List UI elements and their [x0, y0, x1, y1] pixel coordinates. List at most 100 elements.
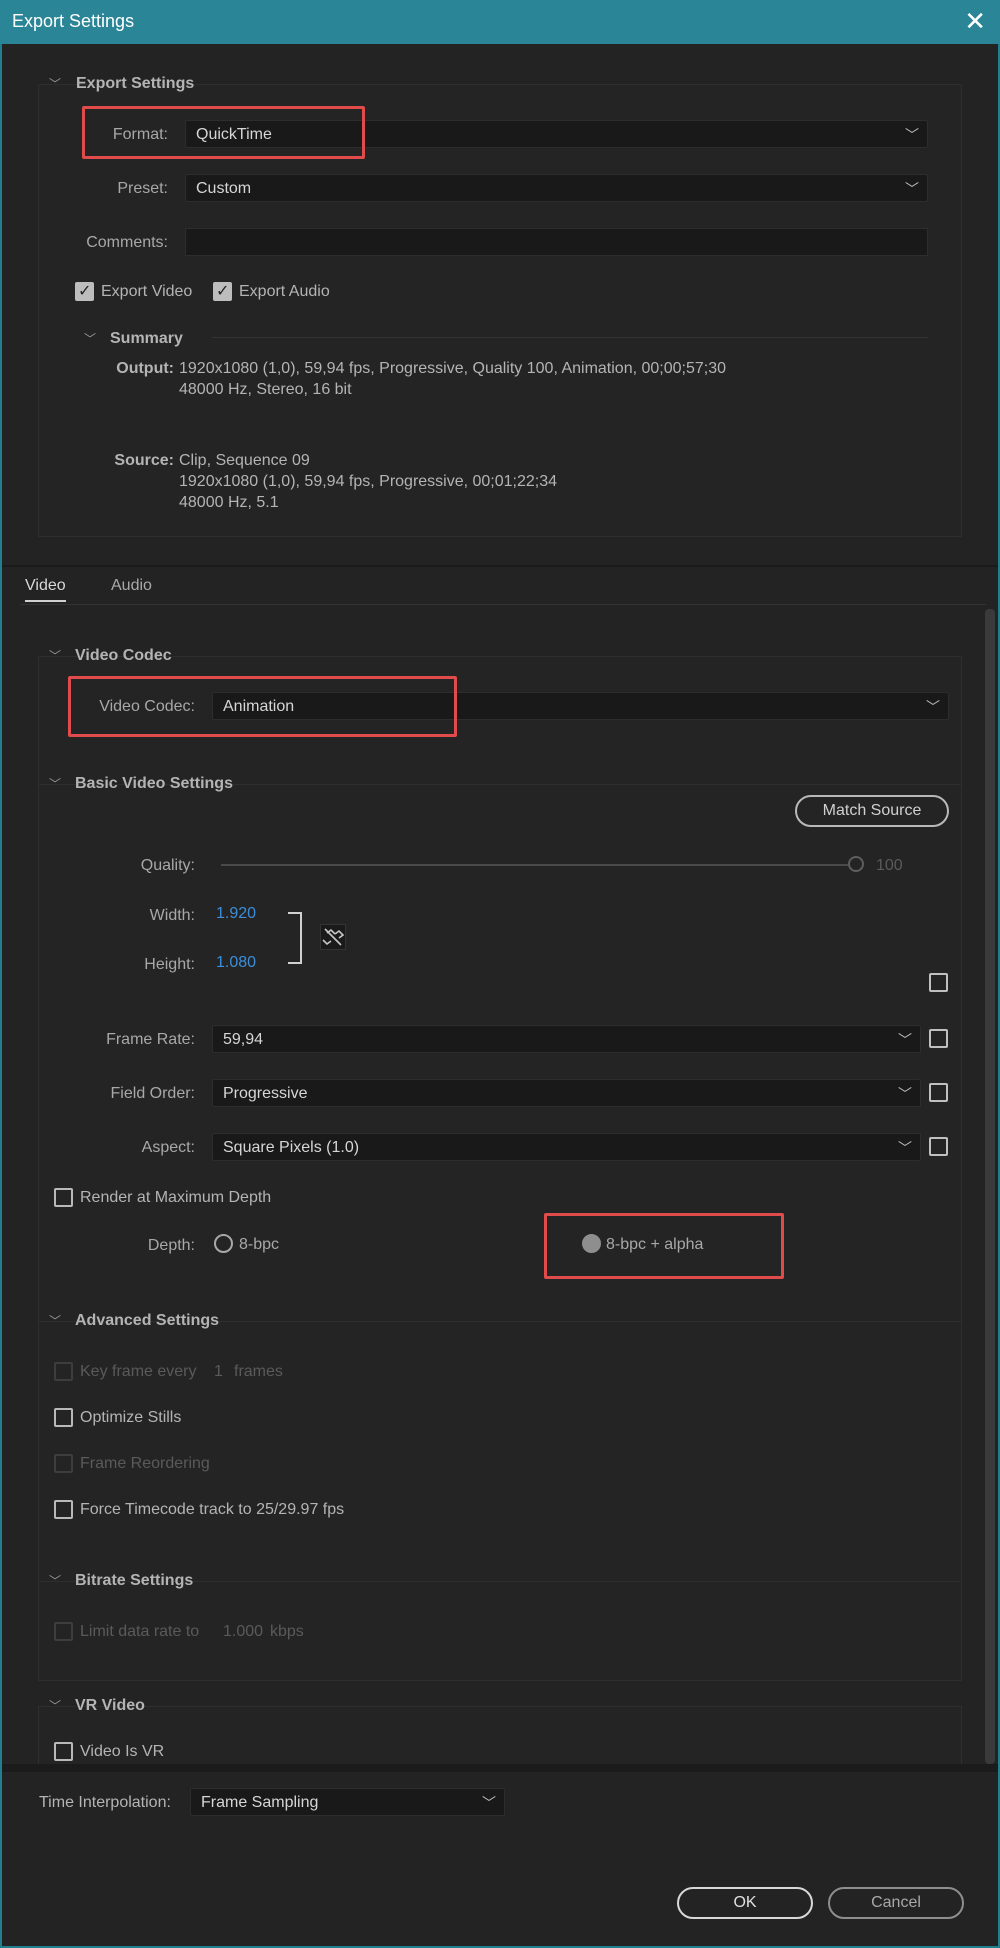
frame-rate-value: 59,94 — [223, 1031, 264, 1048]
frame-rate-dropdown[interactable]: 59,94 ﹀ — [212, 1025, 921, 1053]
output-line-1: 1920x1080 (1,0), 59,94 fps, Progressive,… — [179, 360, 727, 377]
limit-data-rate-value[interactable]: 1.000 — [223, 1623, 263, 1641]
summary-divider — [212, 337, 928, 338]
footer-divider — [2, 1764, 998, 1772]
chevron-down-icon: ﹀ — [898, 1032, 912, 1048]
preset-label: Preset: — [117, 180, 168, 197]
video-codec-heading: Video Codec — [75, 647, 172, 664]
preset-dropdown[interactable]: Custom ﹀ — [185, 174, 928, 202]
field-order-label: Field Order: — [110, 1085, 195, 1102]
quality-slider-knob[interactable] — [848, 856, 864, 872]
field-order-value: Progressive — [223, 1085, 308, 1102]
ok-button[interactable]: OK — [677, 1887, 813, 1919]
height-label: Height: — [144, 956, 195, 973]
chevron-down-icon[interactable]: ﹀ — [49, 775, 61, 792]
chevron-down-icon[interactable]: ﹀ — [84, 330, 96, 347]
keyframe-value[interactable]: 1 — [214, 1363, 223, 1381]
format-label: Format: — [112, 126, 168, 143]
chevron-down-icon[interactable]: ﹀ — [49, 1697, 61, 1714]
scrollbar[interactable] — [985, 609, 995, 1764]
width-label: Width: — [149, 907, 195, 924]
vr-panel — [38, 1706, 962, 1766]
source-line-3: 48000 Hz, 5.1 — [179, 494, 279, 511]
field-order-dropdown[interactable]: Progressive ﹀ — [212, 1079, 921, 1107]
comments-field[interactable] — [185, 228, 928, 256]
chevron-down-icon[interactable]: ﹀ — [49, 647, 61, 664]
resize-checkbox[interactable] — [929, 973, 948, 992]
window-title: Export Settings — [12, 11, 135, 31]
vr-heading: VR Video — [75, 1697, 145, 1714]
dialog-body: ﹀ Export Settings Format: QuickTime ﹀ Pr… — [2, 44, 998, 1946]
export-settings-heading: Export Settings — [76, 75, 195, 92]
chevron-down-icon: ﹀ — [905, 127, 919, 143]
render-max-depth-checkbox[interactable] — [54, 1188, 73, 1207]
chevron-down-icon: ﹀ — [905, 181, 919, 197]
title-bar: Export Settings ✕ — [0, 0, 1000, 44]
limit-data-rate-label: Limit data rate to — [80, 1623, 200, 1640]
tabs-top-divider — [2, 565, 998, 567]
cancel-button[interactable]: Cancel — [828, 1887, 964, 1919]
keyframe-checkbox[interactable] — [54, 1362, 73, 1381]
source-label: Source: — [114, 452, 174, 469]
dimension-bracket — [288, 912, 302, 964]
chevron-down-icon: ﹀ — [898, 1086, 912, 1102]
chevron-down-icon[interactable]: ﹀ — [49, 1312, 61, 1329]
export-audio-label: Export Audio — [239, 283, 330, 300]
frame-rate-checkbox[interactable] — [929, 1029, 948, 1048]
time-interpolation-value: Frame Sampling — [201, 1794, 319, 1811]
frame-reordering-checkbox[interactable] — [54, 1454, 73, 1473]
comments-label: Comments: — [86, 234, 168, 251]
depth-8bpc-alpha-label: 8-bpc + alpha — [606, 1236, 704, 1253]
export-video-checkbox[interactable] — [75, 281, 94, 301]
basic-video-heading: Basic Video Settings — [75, 775, 233, 792]
output-label: Output: — [116, 360, 174, 377]
depth-label: Depth: — [147, 1237, 195, 1254]
optimize-stills-label: Optimize Stills — [80, 1409, 182, 1426]
chevron-down-icon: ﹀ — [926, 699, 940, 715]
aspect-checkbox[interactable] — [929, 1137, 948, 1156]
export-settings-panel — [38, 84, 962, 537]
video-codec-value: Animation — [223, 698, 295, 715]
export-video-label: Export Video — [101, 283, 193, 300]
force-timecode-checkbox[interactable] — [54, 1500, 73, 1519]
chevron-down-icon[interactable]: ﹀ — [49, 1572, 61, 1589]
bitrate-heading: Bitrate Settings — [75, 1572, 194, 1589]
field-order-checkbox[interactable] — [929, 1083, 948, 1102]
chevron-down-icon: ﹀ — [482, 1795, 496, 1811]
export-audio-checkbox[interactable] — [213, 281, 232, 301]
close-icon[interactable]: ✕ — [964, 8, 986, 34]
unlink-icon[interactable] — [320, 924, 346, 950]
preset-value: Custom — [196, 180, 252, 197]
video-is-vr-label: Video Is VR — [80, 1743, 165, 1760]
height-value[interactable]: 1.080 — [216, 954, 256, 972]
quality-label: Quality: — [140, 857, 195, 874]
video-is-vr-checkbox[interactable] — [54, 1742, 73, 1761]
limit-data-rate-unit: kbps — [270, 1623, 304, 1640]
frame-rate-label: Frame Rate: — [106, 1031, 195, 1048]
aspect-dropdown[interactable]: Square Pixels (1.0) ﹀ — [212, 1133, 921, 1161]
tab-audio[interactable]: Audio — [111, 577, 152, 595]
output-line-2: 48000 Hz, Stereo, 16 bit — [179, 381, 352, 398]
keyframe-label: Key frame every — [80, 1363, 197, 1380]
quality-slider[interactable] — [221, 864, 848, 866]
keyframe-unit: frames — [234, 1363, 283, 1380]
time-interpolation-label: Time Interpolation: — [39, 1794, 171, 1811]
limit-data-rate-checkbox[interactable] — [54, 1622, 73, 1641]
depth-8bpc-radio[interactable] — [214, 1234, 233, 1253]
depth-8bpc-alpha-radio[interactable] — [582, 1234, 601, 1253]
quality-value: 100 — [876, 857, 903, 874]
advanced-heading: Advanced Settings — [75, 1312, 220, 1329]
frame-reordering-label: Frame Reordering — [80, 1455, 210, 1472]
chevron-down-icon[interactable]: ﹀ — [49, 75, 61, 92]
render-max-depth-label: Render at Maximum Depth — [80, 1189, 272, 1206]
depth-8bpc-label: 8-bpc — [239, 1236, 280, 1253]
aspect-value: Square Pixels (1.0) — [223, 1139, 360, 1156]
width-value[interactable]: 1.920 — [216, 905, 256, 923]
time-interpolation-dropdown[interactable]: Frame Sampling ﹀ — [190, 1788, 505, 1816]
optimize-stills-checkbox[interactable] — [54, 1408, 73, 1427]
tab-video[interactable]: Video — [25, 577, 66, 602]
match-source-button[interactable]: Match Source — [795, 795, 949, 827]
format-dropdown[interactable]: QuickTime ﹀ — [185, 120, 928, 148]
video-codec-dropdown[interactable]: Animation ﹀ — [212, 692, 949, 720]
chevron-down-icon: ﹀ — [898, 1140, 912, 1156]
